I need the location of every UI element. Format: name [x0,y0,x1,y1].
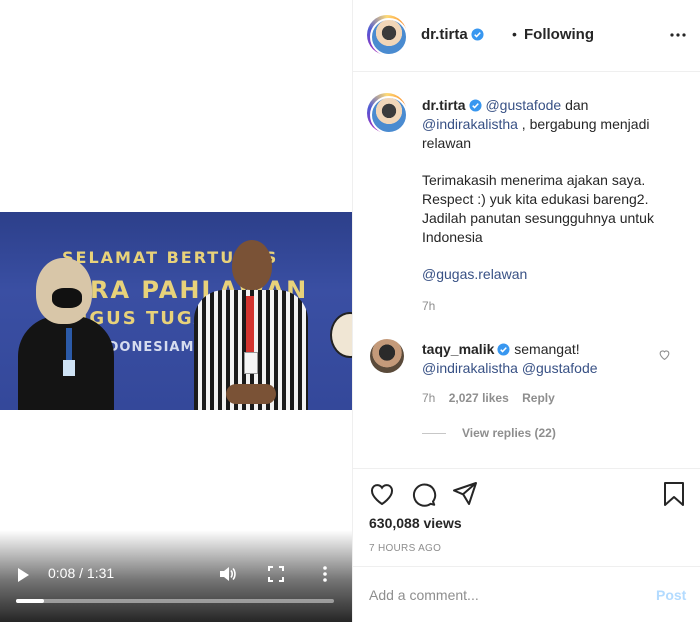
lanyard [246,296,254,352]
heart-icon[interactable] [658,348,671,361]
lanyard [66,328,72,364]
post-button[interactable]: Post [656,587,686,603]
comment-timestamp[interactable]: 7h [422,391,435,405]
post-header: dr.tirta • Following [353,0,700,72]
video-progress-fill [16,599,44,603]
view-replies-button[interactable]: View replies (22) [422,426,556,440]
man-hands [226,384,276,404]
comment-likes[interactable]: 2,027 likes [449,391,509,405]
video-frame[interactable]: SELAMAT BERTUGAS PARA PAHLAWAN GUGUS TUG… [0,212,352,410]
face-mask [52,288,82,308]
fullscreen-icon[interactable] [268,566,284,582]
video-time: 0:08 / 1:31 [48,565,115,581]
id-card [244,352,258,374]
play-icon[interactable] [18,568,29,582]
view-count[interactable]: 630,088 views [369,515,462,531]
view-replies-label: View replies (22) [462,426,556,440]
mention-link[interactable]: @gugas.relawan [422,265,688,284]
post-caption: dr.tirta @gustafode dan @indirakalistha … [422,96,688,284]
avatar[interactable] [367,15,408,56]
caption-username[interactable]: dr.tirta [422,97,466,113]
share-icon[interactable] [452,481,478,507]
post-media[interactable]: SELAMAT BERTUGAS PARA PAHLAWAN GUGUS TUG… [0,0,352,622]
divider-line [422,433,446,435]
following-button[interactable]: Following [524,26,594,43]
comment-icon[interactable] [411,481,437,507]
comment-item: taqy_malik semangat! @indirakalistha @gu… [422,340,662,378]
comments-section[interactable]: dr.tirta @gustafode dan @indirakalistha … [353,72,700,468]
separator-dot: • [512,26,517,42]
reply-avatar[interactable] [370,339,404,373]
volume-icon[interactable] [218,565,236,583]
caption-timestamp[interactable]: 7h [422,299,435,313]
reply-button[interactable]: Reply [522,391,555,405]
mention-link[interactable]: @indirakalistha [422,360,518,376]
video-controls: 0:08 / 1:31 [0,530,352,622]
man-head [232,240,272,290]
more-vertical-icon[interactable] [320,565,330,583]
comment-text: semangat! [514,341,580,357]
header-username[interactable]: dr.tirta [421,26,468,43]
post-actions: 630,088 views 7 HOURS AGO [353,468,700,566]
comment-username[interactable]: taqy_malik [422,341,494,357]
verified-badge-icon [497,343,510,356]
post-panel: dr.tirta • Following dr.tirta @gustafode… [352,0,700,622]
caption-avatar[interactable] [367,93,408,134]
bookmark-icon[interactable] [661,481,687,507]
post-timestamp[interactable]: 7 HOURS AGO [369,543,441,554]
mention-link[interactable]: @gustafode [485,97,561,113]
more-horizontal-icon[interactable] [669,26,687,44]
mention-link[interactable]: @gustafode [522,360,598,376]
id-card [63,360,75,376]
verified-badge-icon [469,99,482,112]
verified-badge-icon [471,28,484,41]
mention-link[interactable]: @indirakalistha [422,116,518,132]
banner-illustration [330,312,352,358]
heart-icon[interactable] [369,481,395,507]
comment-meta: 7h 2,027 likes Reply [422,391,565,405]
caption-paragraph: Terimakasih menerima ajakan saya. Respec… [422,172,654,245]
caption-text: dan [561,97,589,113]
comment-input[interactable] [369,581,629,609]
add-comment-bar: Post [353,566,700,622]
header-username-wrap: dr.tirta [421,26,484,43]
video-progress-bar[interactable] [16,599,334,603]
